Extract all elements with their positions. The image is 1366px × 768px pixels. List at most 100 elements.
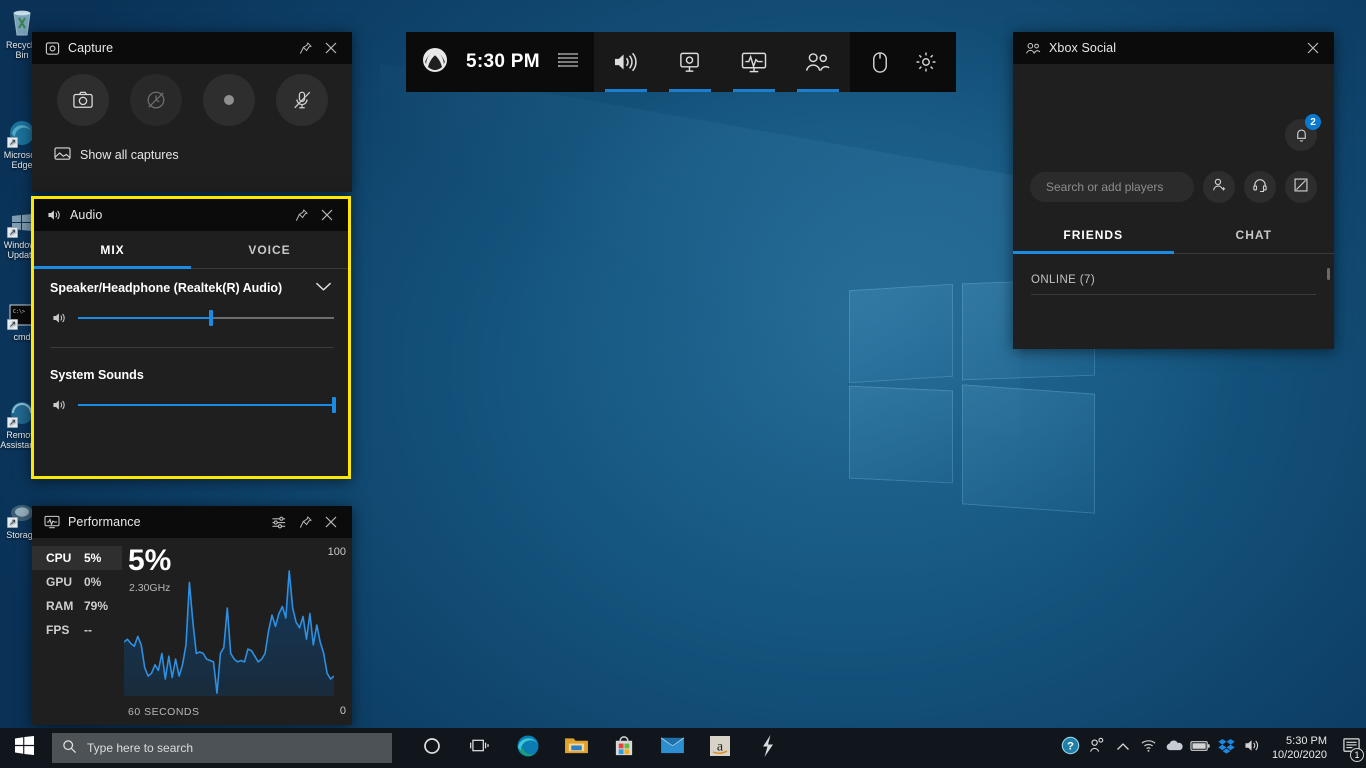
performance-stat-value: 79% <box>84 599 108 613</box>
tab-mix[interactable]: MIX <box>34 231 191 268</box>
performance-clock-speed: 2.30GHz <box>129 582 170 594</box>
toolbar-active-indicator <box>669 89 711 92</box>
action-center-button[interactable]: 1 <box>1336 728 1366 768</box>
taskbar-app-file-explorer[interactable] <box>552 728 600 768</box>
pin-icon[interactable] <box>288 202 314 228</box>
pin-icon[interactable] <box>292 509 318 535</box>
toggle-microphone-button[interactable] <box>276 74 328 126</box>
toolbar-active-indicator <box>605 89 647 92</box>
toolbar-xbox-social-button[interactable] <box>786 32 850 92</box>
performance-stat-value: 5% <box>84 551 101 565</box>
audio-device-volume-slider[interactable] <box>78 311 334 325</box>
close-icon[interactable] <box>1300 35 1326 61</box>
taskbar-app-microsoft-edge[interactable] <box>504 728 552 768</box>
performance-stat-ram[interactable]: RAM 79% <box>32 594 122 618</box>
chart-axis-min: 0 <box>340 705 346 717</box>
taskbar-search-input[interactable]: Type here to search <box>52 733 392 763</box>
speaker-icon <box>1244 738 1261 758</box>
friends-list-scrollbar[interactable] <box>1327 268 1330 280</box>
taskbar-app-task-view[interactable] <box>456 728 504 768</box>
compose-icon <box>1293 177 1309 198</box>
sliders-icon[interactable] <box>266 509 292 535</box>
taskbar-clock[interactable]: 5:30 PM 10/20/2020 <box>1266 728 1336 768</box>
show-hidden-icons-button[interactable] <box>1110 728 1136 768</box>
tray-people-button[interactable] <box>1084 728 1110 768</box>
speaker-icon <box>46 207 62 223</box>
shortcut-arrow-icon: ↗ <box>7 417 18 428</box>
performance-stat-list: CPU 5% GPU 0% RAM 79% FPS -- <box>32 538 122 725</box>
toolbar-settings-button[interactable] <box>906 51 946 73</box>
pin-icon[interactable] <box>292 35 318 61</box>
start-button[interactable] <box>0 728 48 768</box>
mail-icon <box>660 736 685 760</box>
tab-friends[interactable]: FRIENDS <box>1013 216 1174 253</box>
audio-titlebar: Audio <box>34 199 348 231</box>
wallpaper-pane-bottom-left <box>849 386 953 484</box>
show-all-captures-button[interactable]: Show all captures <box>54 146 352 164</box>
record-last-30-seconds-button[interactable] <box>130 74 182 126</box>
add-person-icon <box>1211 177 1227 198</box>
notifications-button[interactable]: 2 <box>1285 119 1317 151</box>
shortcut-arrow-icon: ↗ <box>7 517 18 528</box>
xbox-logo-icon[interactable] <box>422 47 448 78</box>
join-party-button[interactable] <box>1244 171 1276 203</box>
speaker-icon <box>50 398 68 412</box>
tab-voice[interactable]: VOICE <box>191 231 348 268</box>
performance-stat-gpu[interactable]: GPU 0% <box>32 570 122 594</box>
taskbar-app-lightning[interactable] <box>744 728 792 768</box>
search-players-input[interactable]: Search or add players <box>1030 172 1194 202</box>
add-friend-button[interactable] <box>1203 171 1235 203</box>
tray-dropbox-button[interactable] <box>1214 728 1240 768</box>
system-sounds-volume-row <box>50 398 334 412</box>
close-icon[interactable] <box>314 202 340 228</box>
person-share-icon <box>1088 737 1105 759</box>
battery-icon <box>1190 739 1211 757</box>
svg-text:?: ? <box>1067 741 1074 753</box>
slider-thumb[interactable] <box>209 310 213 326</box>
close-icon[interactable] <box>318 35 344 61</box>
close-icon[interactable] <box>318 509 344 535</box>
toolbar-capture-button[interactable] <box>658 32 722 92</box>
chevron-down-icon[interactable] <box>315 281 332 295</box>
tray-onedrive-button[interactable] <box>1162 728 1188 768</box>
game-bar-toolbar: 5:30 PM <box>406 32 958 92</box>
tab-chat[interactable]: CHAT <box>1174 216 1335 253</box>
start-recording-button[interactable] <box>203 74 255 126</box>
audio-device-selector[interactable]: Speaker/Headphone (Realtek(R) Audio) <box>50 281 334 295</box>
capture-widget: Capture <box>32 32 352 192</box>
compose-message-button[interactable] <box>1285 171 1317 203</box>
toolbar-performance-button[interactable] <box>722 32 786 92</box>
audio-device-label: Speaker/Headphone (Realtek(R) Audio) <box>50 281 282 295</box>
toolbar-active-indicator <box>797 89 839 92</box>
performance-chart: 5% 2.30GHz 100 0 60 SECONDS <box>122 538 352 725</box>
task-view-icon <box>470 737 490 759</box>
tray-battery-button[interactable] <box>1188 728 1214 768</box>
windows-start-icon <box>15 736 34 760</box>
slider-thumb[interactable] <box>332 397 336 413</box>
tab-friends-label: FRIENDS <box>1063 228 1123 242</box>
xbox-social-tabs: FRIENDS CHAT <box>1013 216 1334 254</box>
xbox-social-titlebar: Xbox Social <box>1013 32 1334 64</box>
audio-tabs: MIX VOICE <box>34 231 348 269</box>
toolbar-mouse-button[interactable] <box>860 51 900 74</box>
system-sounds-volume-slider[interactable] <box>78 398 334 412</box>
taskbar-app-cortana[interactable] <box>408 728 456 768</box>
toolbar-left-section: 5:30 PM <box>406 32 594 92</box>
taskbar-app-mail[interactable] <box>648 728 696 768</box>
slider-fill <box>78 317 211 319</box>
performance-stat-cpu[interactable]: CPU 5% <box>32 546 122 570</box>
take-screenshot-button[interactable] <box>57 74 109 126</box>
tray-help-button[interactable]: ? <box>1058 728 1084 768</box>
taskbar-app-microsoft-store[interactable] <box>600 728 648 768</box>
widget-menu-icon[interactable] <box>558 51 580 74</box>
tray-volume-button[interactable] <box>1240 728 1266 768</box>
capture-body: Show all captures <box>32 64 352 164</box>
show-all-captures-label: Show all captures <box>80 148 179 162</box>
tray-network-button[interactable] <box>1136 728 1162 768</box>
xbox-social-search-row: Search or add players <box>1030 171 1317 203</box>
edge-icon <box>516 734 540 763</box>
taskbar-app-amazon[interactable]: a <box>696 728 744 768</box>
performance-stat-fps[interactable]: FPS -- <box>32 618 122 642</box>
toolbar-audio-button[interactable] <box>594 32 658 92</box>
search-icon <box>62 739 77 757</box>
